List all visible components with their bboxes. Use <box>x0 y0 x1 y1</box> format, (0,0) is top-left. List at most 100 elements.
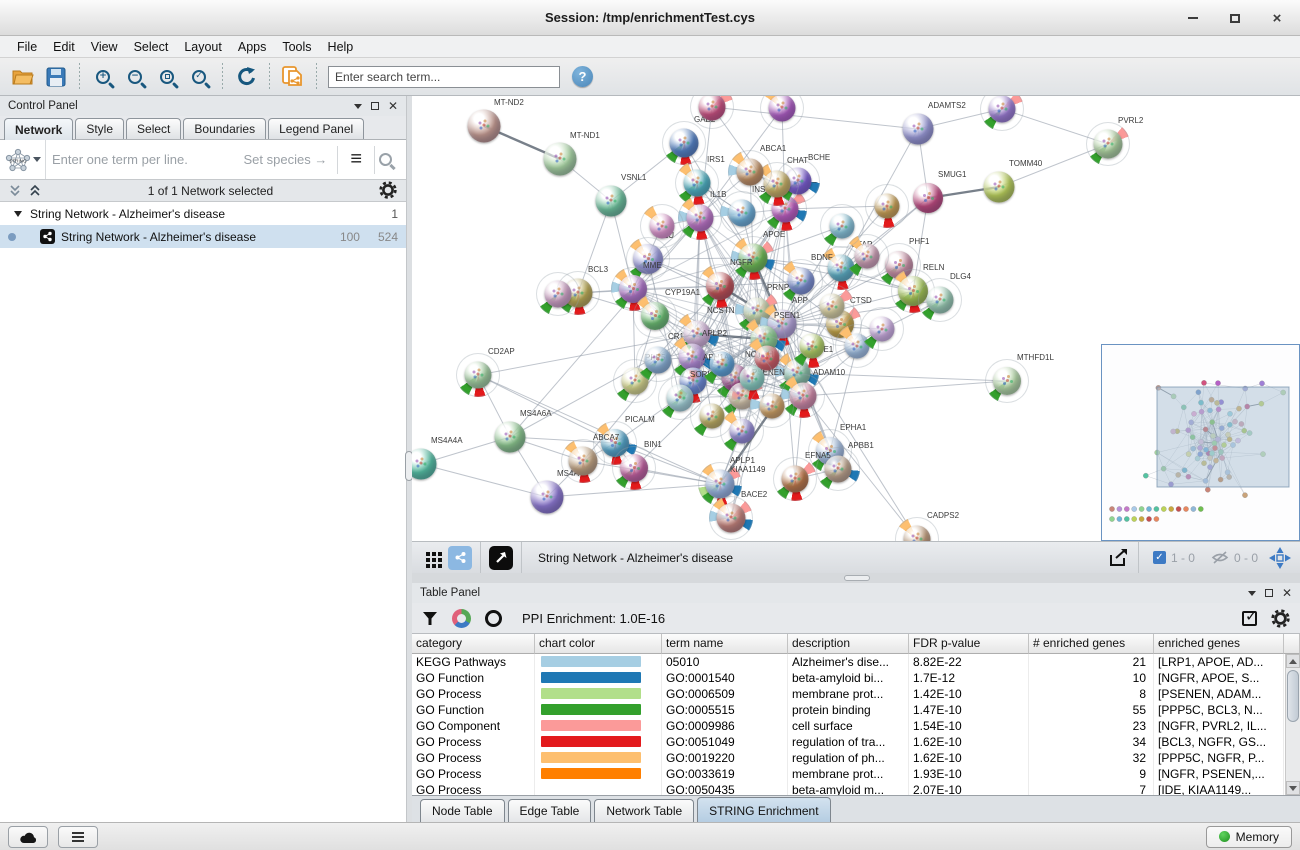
gear-icon[interactable] <box>379 181 398 200</box>
table-row[interactable]: GO ProcessGO:0051049regulation of tra...… <box>412 734 1300 750</box>
tab-network-table[interactable]: Network Table <box>594 799 694 822</box>
show-grid-button[interactable] <box>418 545 446 571</box>
collapse-all-icon[interactable] <box>8 184 22 198</box>
network-node[interactable] <box>750 384 794 428</box>
column-header-term-name[interactable]: term name <box>662 634 788 654</box>
save-session-button[interactable] <box>40 62 72 92</box>
network-node-bace2[interactable]: BACE2 <box>709 496 753 540</box>
panel-menu-icon[interactable] <box>354 104 362 109</box>
column-header-enriched-genes[interactable]: enriched genes <box>1154 634 1284 654</box>
network-node[interactable] <box>980 96 1024 131</box>
table-row[interactable]: GO ProcessGO:0019220regulation of ph...1… <box>412 750 1300 766</box>
expand-all-icon[interactable] <box>28 184 42 198</box>
table-row[interactable]: GO ProcessGO:0006509membrane prot...1.42… <box>412 686 1300 702</box>
network-node[interactable] <box>690 96 734 129</box>
tab-network[interactable]: Network <box>4 118 73 140</box>
table-row[interactable]: GO FunctionGO:0001540beta-amyloid bi...1… <box>412 670 1300 686</box>
network-node-abca7[interactable]: ABCA7 <box>561 439 605 483</box>
menu-file[interactable]: File <box>10 38 44 56</box>
network-node-il1b[interactable]: IL1B <box>678 196 722 240</box>
splitter-grip[interactable] <box>844 575 870 581</box>
network-node-mthfd1l[interactable]: MTHFD1L <box>985 359 1029 403</box>
network-node[interactable] <box>536 272 580 316</box>
network-row[interactable]: String Network - Alzheimer's disease 100… <box>0 225 406 248</box>
network-node-ins[interactable]: INS <box>720 191 764 235</box>
selected-check-icon[interactable]: ✓ <box>1153 551 1166 564</box>
detach-view-button[interactable] <box>487 545 515 571</box>
network-node-cd2ap[interactable]: CD2AP <box>456 353 500 397</box>
network-from-selection-button[interactable] <box>277 62 309 92</box>
string-view-button[interactable] <box>446 545 474 571</box>
column-header-fdr-p-value[interactable]: FDR p-value <box>909 634 1029 654</box>
float-panel-icon[interactable] <box>371 102 379 110</box>
network-node[interactable] <box>810 284 854 328</box>
maximize-button[interactable] <box>1226 9 1244 27</box>
help-button[interactable]: ? <box>572 66 593 87</box>
close-panel-icon[interactable]: ✕ <box>388 100 398 112</box>
close-button[interactable]: × <box>1268 9 1286 27</box>
tab-select[interactable]: Select <box>126 118 181 139</box>
column-header-description[interactable]: description <box>788 634 909 654</box>
export-network-button[interactable] <box>1104 545 1132 571</box>
network-node-mt-nd2[interactable]: MT-ND2 <box>462 104 506 148</box>
table-row[interactable]: GO FunctionGO:0005515protein binding1.47… <box>412 702 1300 718</box>
tab-node-table[interactable]: Node Table <box>420 799 505 822</box>
network-node-tomm40[interactable]: TOMM40 <box>977 165 1021 209</box>
string-term-input[interactable] <box>46 152 244 167</box>
network-node-efna5[interactable]: EFNA5 <box>773 457 817 501</box>
string-search-icon[interactable] <box>379 153 392 166</box>
menu-help[interactable]: Help <box>321 38 361 56</box>
network-node[interactable] <box>865 184 909 228</box>
network-node-vsnl1[interactable]: VSNL1 <box>589 179 633 223</box>
network-node-dlg4[interactable]: DLG4 <box>918 278 962 322</box>
search-input[interactable] <box>328 66 560 88</box>
close-panel-icon[interactable]: ✕ <box>1282 587 1292 599</box>
zoom-fit-button[interactable] <box>151 62 183 92</box>
table-scrollbar[interactable] <box>1285 654 1300 795</box>
network-node[interactable] <box>640 204 684 248</box>
tab-string-enrichment[interactable]: STRING Enrichment <box>697 797 830 822</box>
ring-chart-icon[interactable] <box>485 610 502 627</box>
menu-select[interactable]: Select <box>127 38 176 56</box>
network-node[interactable] <box>860 307 904 351</box>
network-node[interactable] <box>760 96 804 130</box>
enrichment-settings-icon[interactable] <box>1271 609 1290 628</box>
network-node[interactable] <box>820 204 864 248</box>
column-header-category[interactable]: category <box>412 634 535 654</box>
memory-button[interactable]: Memory <box>1206 826 1292 848</box>
zoom-selected-button[interactable]: ✓ <box>183 62 215 92</box>
open-session-button[interactable] <box>8 62 40 92</box>
menu-apps[interactable]: Apps <box>231 38 274 56</box>
pan-tool-button[interactable] <box>1266 545 1294 571</box>
network-node-pvrl2[interactable]: PVRL2 <box>1086 122 1130 166</box>
cloud-toggle-button[interactable] <box>8 826 48 848</box>
table-row[interactable]: KEGG Pathways05010Alzheimer's dise...8.8… <box>412 654 1300 670</box>
filter-icon[interactable] <box>422 611 438 626</box>
set-species-link[interactable]: Set species → <box>244 152 338 167</box>
chart-settings-icon[interactable] <box>452 609 471 628</box>
apply-layout-button[interactable] <box>230 62 262 92</box>
task-list-toggle-button[interactable] <box>58 826 98 848</box>
table-row[interactable]: GO ComponentGO:0009986cell surface1.54E-… <box>412 718 1300 734</box>
tree-expand-icon[interactable] <box>14 211 22 217</box>
menu-view[interactable]: View <box>84 38 125 56</box>
float-panel-icon[interactable] <box>1265 589 1273 597</box>
tab-style[interactable]: Style <box>75 118 124 139</box>
menu-layout[interactable]: Layout <box>177 38 229 56</box>
tab-boundaries[interactable]: Boundaries <box>183 118 266 139</box>
network-node-abca1[interactable]: ABCA1 <box>728 150 772 194</box>
string-options-menu-icon[interactable]: ≡ <box>338 148 374 171</box>
scrollbar-thumb[interactable] <box>1287 670 1299 722</box>
zoom-out-button[interactable]: − <box>119 62 151 92</box>
network-canvas[interactable]: MT-ND2MT-ND1VSNL1GAB2ADAMTS2PVRL2TOMM40S… <box>412 96 1300 541</box>
select-terms-icon[interactable] <box>1242 611 1257 626</box>
tab-edge-table[interactable]: Edge Table <box>508 799 592 822</box>
panel-menu-icon[interactable] <box>1248 591 1256 596</box>
hidden-eye-icon[interactable] <box>1211 551 1229 564</box>
column-header--enriched-genes[interactable]: # enriched genes <box>1029 634 1154 654</box>
network-collection-row[interactable]: String Network - Alzheimer's disease 1 <box>0 202 406 225</box>
horizontal-splitter[interactable] <box>412 573 1300 583</box>
network-node-mt-nd1[interactable]: MT-ND1 <box>538 137 582 181</box>
network-node-ms4a6a[interactable]: MS4A6A <box>488 415 532 459</box>
zoom-in-button[interactable]: + <box>87 62 119 92</box>
